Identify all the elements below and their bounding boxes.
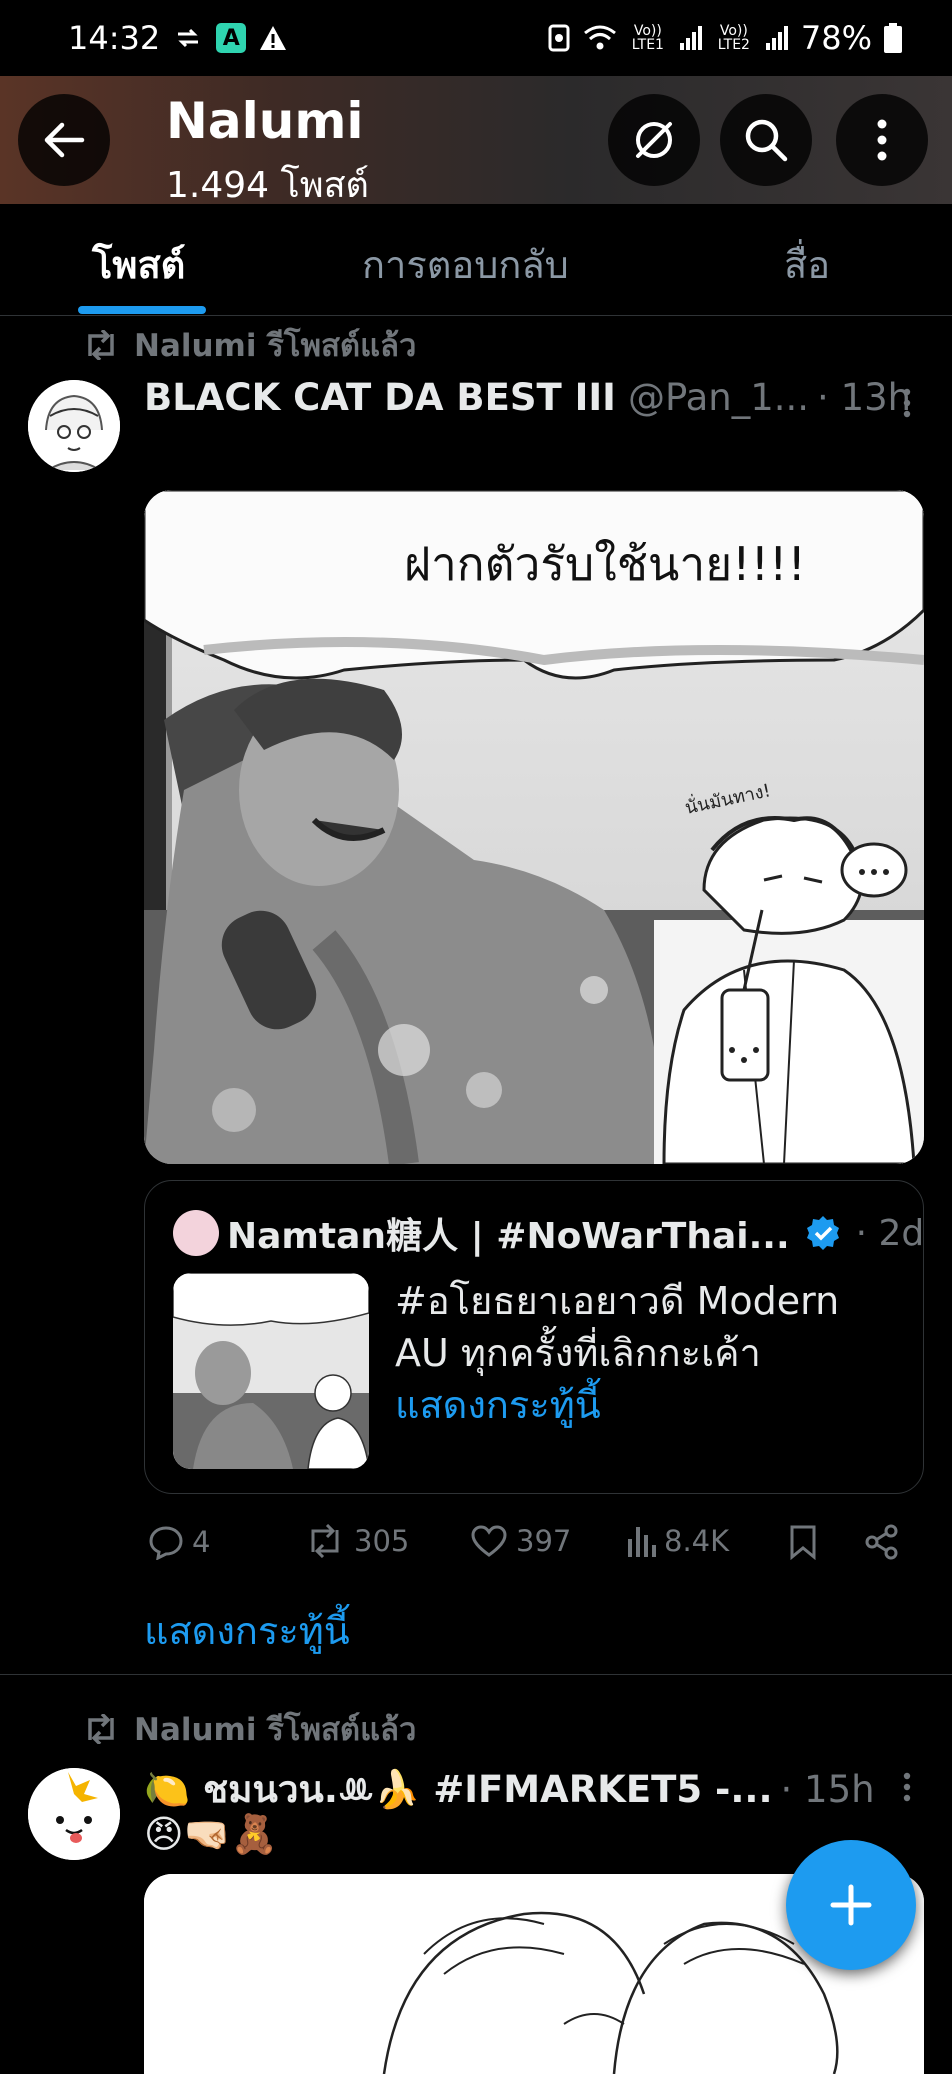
post-author-line: BLACK CAT DA BEST III @Pan_1... · 13h xyxy=(144,376,911,419)
profile-name: Nalumi xyxy=(166,92,364,150)
post-time: · 15h xyxy=(780,1768,875,1811)
status-right: Vo)) LTE1 Vo)) LTE2 78% xyxy=(547,19,902,57)
author-name[interactable]: BLACK CAT DA BEST III xyxy=(144,376,616,419)
repost-count: 305 xyxy=(354,1524,410,1558)
repost-icon xyxy=(311,1524,339,1558)
more-vertical-icon xyxy=(903,388,911,418)
post-image[interactable]: ฝากตัวรับใช้นาย!!!! นั่นมันทาง! xyxy=(144,490,924,1164)
compose-post-button[interactable] xyxy=(786,1840,916,1970)
post-time: · 13h xyxy=(817,376,912,419)
search-icon xyxy=(745,119,788,162)
app-badge-icon: A xyxy=(216,23,247,53)
warning-icon xyxy=(260,26,287,50)
quoted-author-name: Namtan糖人 | #NoWarThai... xyxy=(227,1216,790,1257)
views-button[interactable]: 8.4K xyxy=(626,1524,729,1558)
signal-icon xyxy=(679,26,702,50)
back-button[interactable] xyxy=(18,94,110,186)
post-more-button[interactable] xyxy=(902,1772,912,1806)
tab-replies[interactable]: การตอบกลับ xyxy=(362,234,569,295)
quoted-show-thread-link[interactable]: แสดงกระทู้นี้ xyxy=(395,1379,895,1431)
manga-panel-illustration: ฝากตัวรับใช้นาย!!!! นั่นมันทาง! xyxy=(144,490,924,1164)
quoted-thumbnail xyxy=(173,1273,369,1469)
repost-indicator[interactable]: Nalumi รีโพสต์แล้ว xyxy=(82,320,416,370)
tab-posts[interactable]: โพสต์ xyxy=(92,234,185,295)
quoted-post-text: #อโยธยาเอยาวดี Modern AU ทุกครั้งที่เลิก… xyxy=(395,1279,840,1375)
post-emoji-line: 😠🤜🏻🧸 xyxy=(144,1812,279,1856)
sim2-label: Vo)) LTE2 xyxy=(717,23,750,53)
back-arrow-icon xyxy=(44,122,85,158)
author-avatar-image xyxy=(28,1768,120,1860)
tab-media[interactable]: สื่อ xyxy=(784,234,830,295)
reply-count: 4 xyxy=(192,1525,211,1559)
search-button[interactable] xyxy=(720,94,812,186)
post-actions: 4 305 397 8.4K xyxy=(144,1520,924,1570)
grok-icon xyxy=(636,122,672,158)
like-count: 397 xyxy=(516,1524,572,1558)
profile-tabs: โพสต์ การตอบกลับ สื่อ xyxy=(0,204,952,316)
status-left: 14:32 A xyxy=(68,19,288,57)
sync-icon xyxy=(178,28,199,48)
data-saver-icon xyxy=(548,24,570,52)
more-vertical-icon xyxy=(903,1772,911,1802)
share-button[interactable] xyxy=(864,1524,900,1560)
post-divider xyxy=(0,1674,952,1675)
post-more-button[interactable] xyxy=(902,388,912,422)
repost-label: Nalumi รีโพสต์แล้ว xyxy=(134,1712,417,1748)
wifi-icon xyxy=(583,25,616,50)
quoted-post-time: · 2d xyxy=(855,1212,925,1254)
repost-label: Nalumi รีโพสต์แล้ว xyxy=(134,328,417,364)
quoted-avatar xyxy=(173,1210,219,1256)
more-vertical-icon xyxy=(877,119,887,161)
post-author-line: 🍋 ชมนวน.ꔛ🍌 #IFMARKET5 -... · 15h xyxy=(144,1760,875,1819)
view-count: 8.4K xyxy=(664,1524,730,1558)
like-button[interactable]: 397 xyxy=(470,1524,571,1558)
avatar[interactable] xyxy=(28,1768,120,1860)
verified-badge-icon xyxy=(806,1216,839,1250)
bookmark-icon xyxy=(790,1525,816,1560)
signal-icon xyxy=(765,26,788,50)
grok-button[interactable] xyxy=(608,94,700,186)
quoted-text-block: #อโยธยาเอยาวดี Modern AU ทุกครั้งที่เลิก… xyxy=(395,1275,895,1431)
status-bar: 14:32 A Vo)) LTE1 Vo)) LTE2 78% xyxy=(0,0,952,76)
reply-button[interactable]: 4 xyxy=(148,1524,210,1560)
heart-icon xyxy=(471,1525,507,1557)
quoted-post[interactable]: Namtan糖人 | #NoWarThai... · 2d #อโยธยาเอย… xyxy=(144,1180,924,1494)
author-handle[interactable]: @Pan_1... xyxy=(628,376,809,419)
repost-button[interactable]: 305 xyxy=(304,1524,409,1558)
battery-percent: 78% xyxy=(800,19,872,57)
repost-icon xyxy=(88,1714,114,1744)
profile-header: Nalumi 1.494 โพสต์ xyxy=(0,76,952,206)
share-icon xyxy=(865,1524,898,1560)
author-avatar-image xyxy=(28,380,120,472)
reply-icon xyxy=(149,1526,183,1560)
sim1-label: Vo)) LTE1 xyxy=(631,23,664,53)
bookmark-button[interactable] xyxy=(788,1524,818,1560)
analytics-icon xyxy=(628,1527,656,1557)
avatar[interactable] xyxy=(28,380,120,472)
repost-indicator[interactable]: Nalumi รีโพสต์แล้ว xyxy=(82,1704,416,1754)
repost-icon xyxy=(88,330,114,360)
speech-bubble-text: ฝากตัวรับใช้นาย!!!! xyxy=(404,537,806,591)
show-thread-link[interactable]: แสดงกระทู้นี้ xyxy=(144,1600,350,1661)
status-time: 14:32 xyxy=(68,19,161,57)
quoted-thumbnail-image xyxy=(173,1273,369,1469)
author-name[interactable]: 🍋 ชมนวน.ꔛ🍌 #IFMARKET5 -... xyxy=(144,1760,773,1819)
active-tab-indicator xyxy=(78,306,206,314)
more-options-button[interactable] xyxy=(836,94,928,186)
plus-icon xyxy=(830,1884,872,1926)
battery-icon xyxy=(884,23,902,53)
quoted-author-line: Namtan糖人 | #NoWarThai... · 2d xyxy=(173,1207,924,1259)
